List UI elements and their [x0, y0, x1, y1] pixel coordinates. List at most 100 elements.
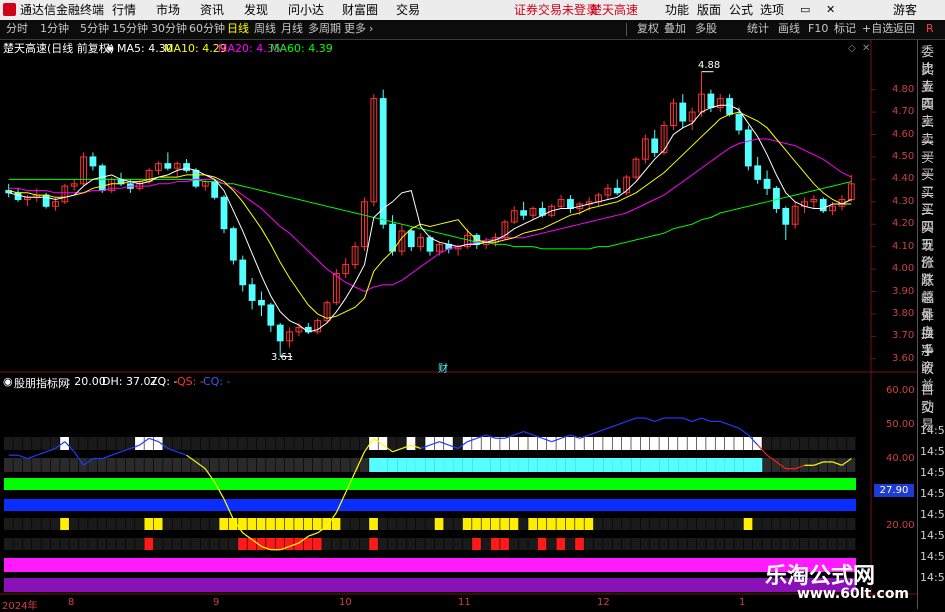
signal-stripe-red — [331, 538, 341, 550]
tick-time: 14:56 — [920, 487, 945, 500]
signal-stripe-cyan — [790, 458, 800, 472]
signal-stripe-cyan — [715, 458, 725, 472]
candle-body — [679, 102, 687, 122]
signal-stripe-red — [219, 538, 229, 550]
indicator-settings-icon[interactable]: ◉ — [3, 375, 13, 388]
signal-stripe-white — [200, 437, 210, 450]
signal-stripe-white — [78, 437, 88, 450]
signal-stripe-yellow — [781, 518, 790, 530]
candle-body — [42, 194, 50, 207]
signal-stripe-yellow — [659, 518, 669, 530]
signal-stripe-red — [135, 538, 144, 550]
signal-stripe-yellow — [509, 518, 519, 530]
signal-stripe-white — [41, 437, 51, 450]
signal-stripe-cyan — [425, 458, 435, 472]
signal-stripe-cyan — [135, 458, 144, 472]
close-chart-icon[interactable]: ✕ — [862, 42, 870, 56]
finance-marker[interactable]: 财 — [438, 360, 448, 375]
signal-stripe-yellow — [266, 518, 275, 530]
signal-stripe-red — [603, 538, 612, 550]
signal-stripe-cyan — [743, 458, 754, 472]
signal-stripe-cyan — [125, 458, 135, 472]
signal-stripe-red — [116, 538, 126, 550]
signal-stripe-cyan — [668, 458, 679, 472]
candle-body — [211, 181, 219, 198]
signal-stripe-cyan — [818, 458, 828, 472]
signal-stripe-red — [846, 538, 856, 550]
signal-stripe-white — [650, 437, 659, 450]
signal-stripe-red — [621, 538, 631, 550]
candle-body — [651, 138, 659, 153]
tick-time: 14:56 — [920, 466, 945, 479]
signal-stripe-red — [753, 538, 762, 550]
signal-stripe-red — [537, 538, 547, 550]
signal-stripe-red — [181, 538, 191, 550]
signal-stripe-red — [500, 538, 509, 550]
signal-stripe-cyan — [518, 458, 529, 472]
indicator-line-segment — [654, 417, 665, 422]
signal-stripe-red — [715, 538, 725, 550]
signal-stripe-red — [32, 538, 41, 550]
signal-stripe-cyan — [528, 458, 538, 472]
signal-stripe-cyan — [284, 458, 294, 472]
signal-stripe-red — [734, 538, 744, 550]
price-tick-label: 3.70 — [892, 330, 915, 342]
signal-stripe-red — [650, 538, 659, 550]
indicator-line-segment — [598, 427, 609, 433]
kline-chart[interactable] — [0, 0, 945, 609]
indicator-line-segment — [111, 451, 122, 456]
signal-stripe-red — [481, 538, 491, 550]
signal-stripe-yellow — [116, 518, 126, 530]
signal-stripe-yellow — [275, 518, 285, 530]
signal-stripe-cyan — [696, 458, 707, 472]
date-year: 2024年 — [2, 601, 38, 612]
signal-stripe-red — [678, 538, 687, 550]
signal-stripe-yellow — [350, 518, 360, 530]
signal-stripe-yellow — [696, 518, 706, 530]
signal-stripe-cyan — [275, 458, 285, 472]
signal-stripe-yellow — [341, 518, 350, 530]
signal-stripe-white — [312, 437, 322, 450]
signal-stripe-cyan — [303, 458, 313, 472]
signal-stripe-yellow — [369, 518, 378, 530]
signal-stripe-yellow — [621, 518, 631, 530]
signal-stripe-cyan — [294, 458, 304, 472]
signal-stripe-cyan — [60, 458, 69, 472]
signal-stripe-white — [22, 437, 32, 450]
tick-time: 14:56 — [920, 424, 945, 437]
signal-stripe-cyan — [631, 458, 641, 472]
signal-stripe-red — [397, 538, 406, 550]
signal-stripe-cyan — [612, 458, 622, 472]
collapse-icon[interactable]: ◇ — [848, 42, 856, 56]
candle-body — [379, 98, 387, 225]
signal-stripe-cyan — [406, 458, 416, 472]
signal-stripe-yellow — [125, 518, 135, 530]
signal-stripe-red — [696, 538, 706, 550]
signal-stripe-cyan — [369, 458, 379, 472]
signal-stripe-cyan — [200, 458, 210, 472]
signal-stripe-cyan — [387, 458, 398, 472]
candle-body — [426, 237, 434, 252]
signal-stripe-yellow — [584, 518, 594, 530]
signal-stripe-white — [696, 437, 706, 450]
signal-stripe-cyan — [846, 458, 856, 472]
signal-stripe-yellow — [163, 518, 172, 530]
signal-stripe-red — [509, 538, 519, 550]
signal-stripe-white — [219, 437, 229, 450]
indicator-value: : 20.00 — [67, 375, 106, 388]
signal-stripe-yellow — [41, 518, 51, 530]
signal-stripe-cyan — [640, 458, 651, 472]
signal-stripe-white — [500, 437, 509, 450]
signal-stripe-red — [462, 538, 472, 550]
candle-body — [754, 165, 762, 180]
candle-body — [744, 129, 752, 167]
signal-stripe-yellow — [743, 518, 753, 530]
ma-settings-icon[interactable]: ◉ — [106, 42, 114, 56]
signal-stripe-red — [369, 538, 378, 550]
signal-stripe-white — [303, 437, 313, 450]
signal-stripe-yellow — [359, 518, 369, 530]
signal-stripe-white — [266, 437, 275, 450]
signal-stripe-cyan — [762, 458, 772, 472]
signal-stripe-red — [228, 538, 238, 550]
signal-stripe-white — [4, 437, 13, 450]
